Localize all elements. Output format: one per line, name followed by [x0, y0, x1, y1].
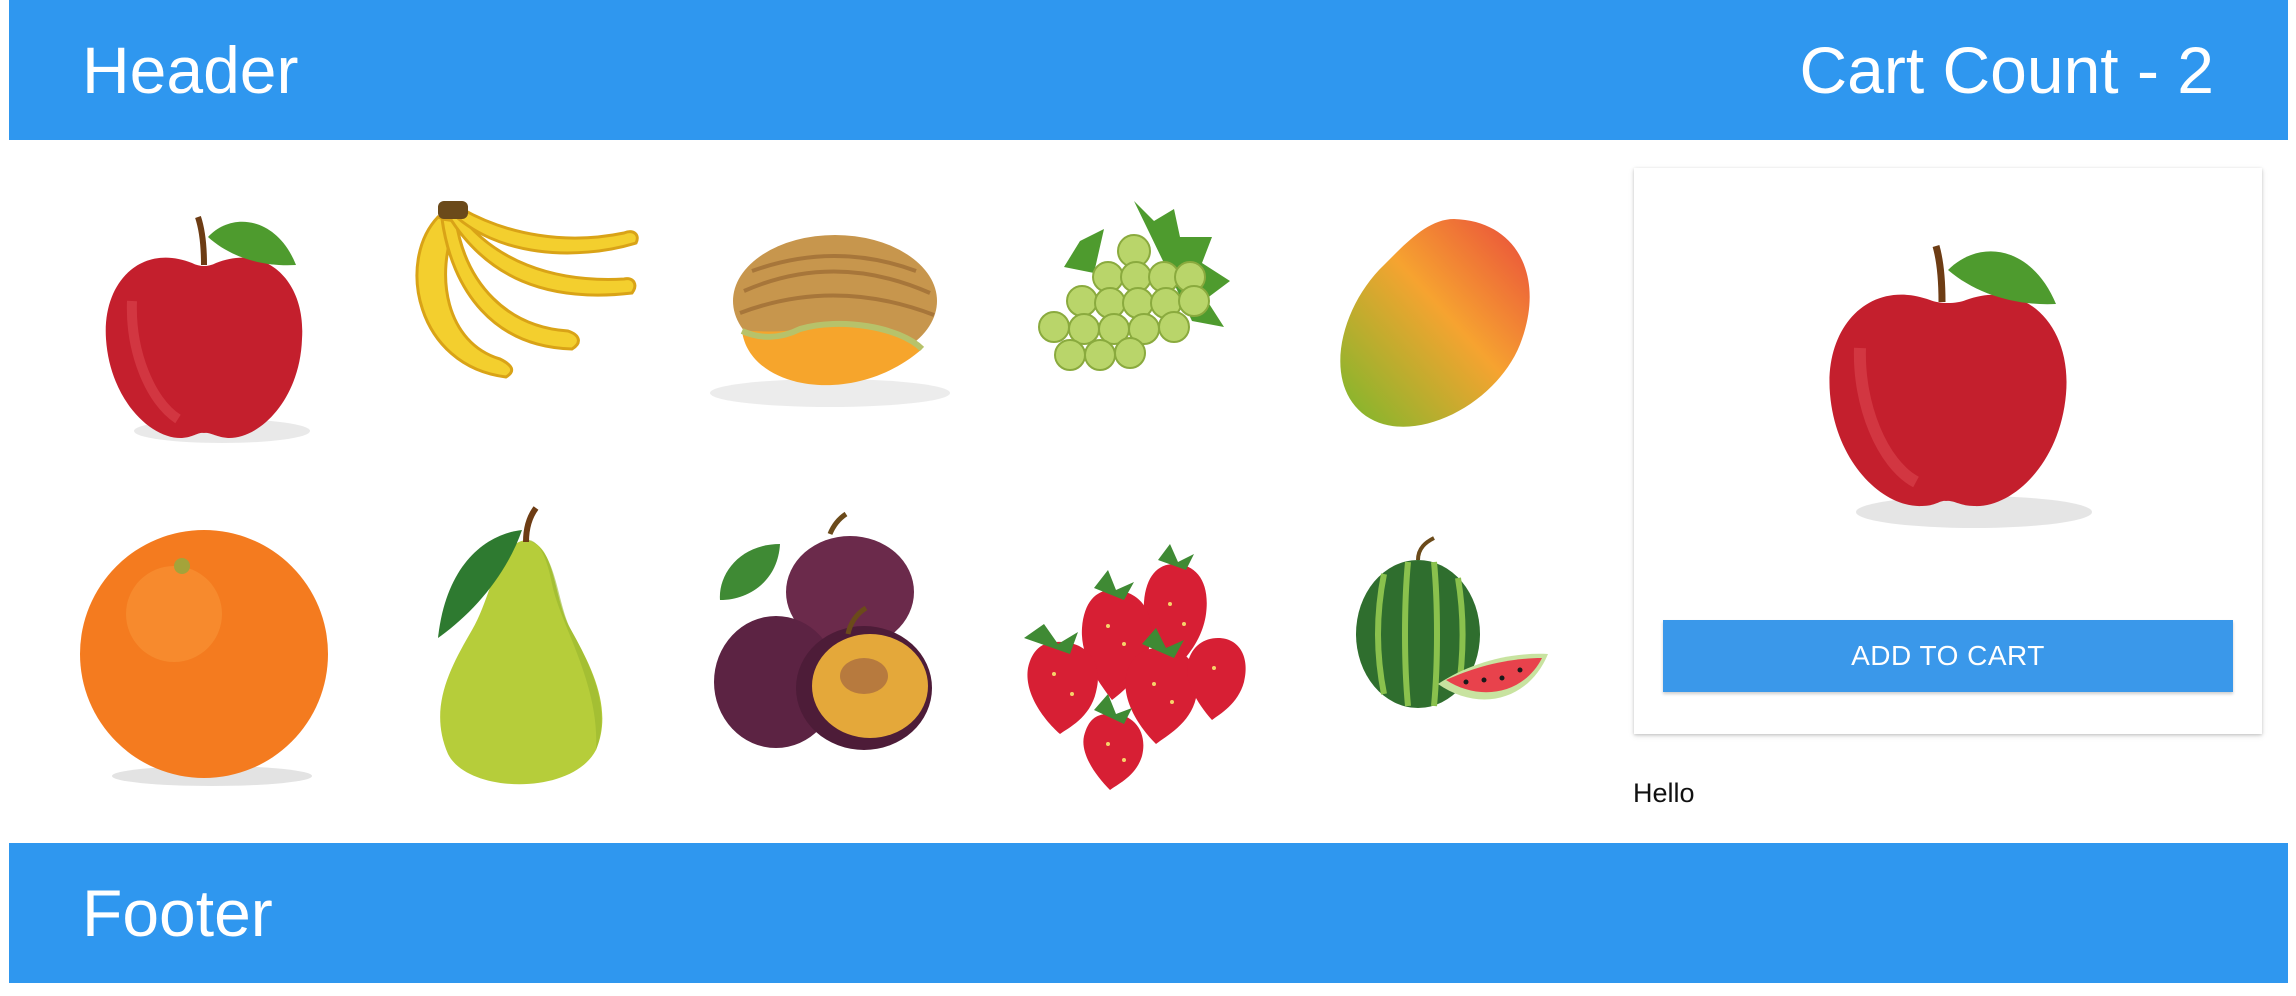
product-grid — [60, 165, 1580, 810]
pear-icon — [438, 505, 603, 784]
footer-bar: Footer — [9, 843, 2288, 983]
add-to-cart-button[interactable]: ADD TO CART — [1663, 620, 2233, 692]
grapes-icon — [1038, 201, 1230, 371]
plum-icon — [714, 511, 932, 750]
product-grapes[interactable] — [972, 165, 1276, 487]
mango-icon — [1340, 219, 1530, 427]
product-mango[interactable] — [1276, 165, 1580, 487]
apple-icon — [105, 216, 310, 443]
strawberry-icon — [1024, 543, 1246, 790]
apple-icon — [1829, 245, 2092, 528]
footer-title: Footer — [82, 876, 273, 950]
product-strawberry[interactable] — [972, 487, 1276, 810]
product-banana[interactable] — [364, 165, 668, 487]
product-watermelon[interactable] — [1276, 487, 1580, 810]
note-text: Hello — [1633, 778, 1695, 808]
banana-icon — [415, 201, 639, 379]
header-title: Header — [82, 33, 299, 107]
product-apple[interactable] — [60, 165, 364, 487]
watermelon-icon — [1356, 535, 1548, 708]
header-bar: Header Cart Count - 2 — [9, 0, 2288, 140]
product-orange[interactable] — [60, 487, 364, 810]
cantaloupe-icon — [710, 235, 950, 407]
product-detail-card: ADD TO CART — [1634, 168, 2262, 734]
cart-count: Cart Count - 2 — [1799, 33, 2215, 107]
product-cantaloupe[interactable] — [668, 165, 972, 487]
product-plum[interactable] — [668, 487, 972, 810]
product-pear[interactable] — [364, 487, 668, 810]
orange-icon — [80, 529, 328, 786]
